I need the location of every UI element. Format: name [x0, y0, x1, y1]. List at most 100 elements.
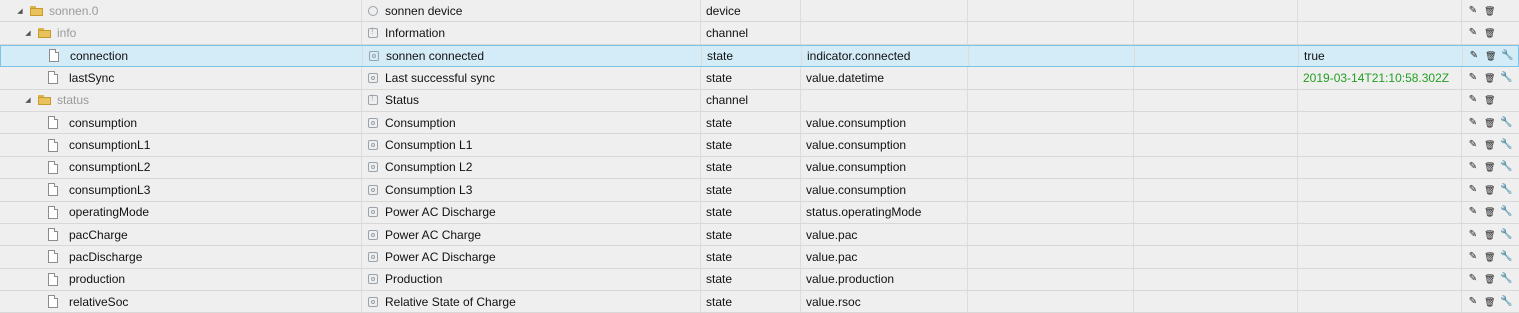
- channel-type-icon: [368, 26, 378, 39]
- wrench-icon[interactable]: 🔧: [1500, 206, 1512, 218]
- pencil-icon[interactable]: ✎: [1468, 139, 1478, 151]
- value-cell[interactable]: [1298, 201, 1462, 223]
- tree-row-consumptionl2[interactable]: consumptionL2 Consumption L2 state value.co…: [0, 156, 1519, 180]
- wrench-icon[interactable]: 🔧: [1500, 117, 1512, 129]
- expand-toggle-icon[interactable]: ◢: [24, 96, 32, 104]
- type-cell: device: [701, 0, 801, 22]
- state-type-icon: [368, 296, 378, 307]
- pencil-icon[interactable]: ✎: [1468, 273, 1478, 285]
- pencil-icon[interactable]: ✎: [1469, 50, 1479, 62]
- pencil-icon[interactable]: ✎: [1468, 251, 1478, 263]
- pencil-icon[interactable]: ✎: [1468, 5, 1478, 17]
- role-cell: indicator.connected: [802, 45, 969, 67]
- object-id-label: operatingMode: [69, 205, 150, 220]
- role-cell: value.production: [801, 268, 968, 291]
- value-cell[interactable]: [1298, 156, 1462, 179]
- room-cell: [968, 89, 1134, 111]
- tree-row-sonnen-0[interactable]: ◢ sonnen.0 sonnen device device ✎ 🗑: [0, 0, 1519, 23]
- trash-icon[interactable]: 🗑: [1484, 296, 1495, 308]
- trash-icon[interactable]: 🗑: [1484, 206, 1495, 218]
- wrench-icon[interactable]: 🔧: [1501, 50, 1513, 62]
- trash-icon[interactable]: 🗑: [1484, 27, 1495, 39]
- state-type-icon: [368, 207, 378, 218]
- expand-toggle-icon[interactable]: ◢: [16, 7, 24, 15]
- id-cell: relativeSoc: [0, 291, 362, 313]
- tree-row-consumption[interactable]: consumption Consumption state value.consump…: [0, 111, 1519, 135]
- value-cell[interactable]: [1298, 223, 1462, 246]
- wrench-icon[interactable]: 🔧: [1500, 139, 1512, 151]
- tree-row-status[interactable]: ◢statusStatuschannel✎🗑: [0, 89, 1519, 112]
- value-cell[interactable]: [1298, 22, 1462, 44]
- value-cell[interactable]: [1298, 111, 1462, 134]
- value-cell[interactable]: [1298, 268, 1462, 291]
- tree-row-paccharge[interactable]: pacCharge Power AC Charge state value.pac ✎ 🗑…: [0, 223, 1519, 247]
- value-cell[interactable]: [1298, 291, 1462, 313]
- role-cell: value.pac: [801, 246, 968, 268]
- tree-row-consumptionl3[interactable]: consumptionL3 Consumption L3 state value.co…: [0, 179, 1519, 202]
- row-actions: ✎ 🗑 🔧: [1462, 67, 1519, 88]
- trash-icon[interactable]: 🗑: [1484, 117, 1495, 129]
- pencil-icon[interactable]: ✎: [1468, 229, 1478, 241]
- pencil-icon[interactable]: ✎: [1468, 296, 1478, 308]
- trash-icon[interactable]: 🗑: [1485, 50, 1496, 62]
- tree-row-lastsync[interactable]: lastSync Last successful sync state value.d…: [0, 67, 1519, 90]
- tree-row-relativesoc[interactable]: relativeSoc Relative State of Charge state…: [0, 291, 1519, 313]
- trash-icon[interactable]: 🗑: [1484, 161, 1495, 173]
- function-cell: [1134, 0, 1298, 22]
- row-actions: ✎ 🗑 🔧: [1462, 269, 1519, 290]
- trash-icon[interactable]: 🗑: [1484, 229, 1495, 241]
- wrench-icon[interactable]: 🔧: [1500, 72, 1512, 84]
- wrench-icon[interactable]: 🔧: [1500, 229, 1512, 241]
- room-cell: [968, 134, 1134, 156]
- trash-icon[interactable]: 🗑: [1484, 251, 1495, 263]
- file-icon: [48, 71, 58, 85]
- trash-icon[interactable]: 🗑: [1484, 5, 1495, 17]
- value-cell[interactable]: [1298, 179, 1462, 201]
- wrench-icon[interactable]: 🔧: [1500, 273, 1512, 285]
- pencil-icon[interactable]: ✎: [1468, 161, 1478, 173]
- pencil-icon[interactable]: ✎: [1468, 117, 1478, 129]
- trash-icon[interactable]: 🗑: [1484, 139, 1495, 151]
- tree-row-operatingmode[interactable]: operatingMode Power AC Discharge state stat…: [0, 201, 1519, 224]
- object-name-label: Consumption L2: [385, 160, 473, 175]
- row-actions: ✎ 🗑 🔧: [1462, 246, 1519, 267]
- value-cell[interactable]: true: [1299, 45, 1463, 67]
- function-cell: [1134, 67, 1298, 89]
- state-type-icon: [368, 251, 378, 262]
- id-cell: consumption: [0, 111, 362, 134]
- tree-row-connection[interactable]: connection sonnen connected state indicator…: [0, 44, 1519, 68]
- name-cell: Power AC Charge: [362, 223, 701, 246]
- value-cell[interactable]: [1298, 0, 1462, 22]
- pencil-icon[interactable]: ✎: [1468, 72, 1478, 84]
- tree-row-pacdischarge[interactable]: pacDischarge Power AC Discharge state value…: [0, 246, 1519, 269]
- type-cell: state: [701, 156, 801, 179]
- tree-row-production[interactable]: production Production state value.productio…: [0, 268, 1519, 292]
- wrench-icon[interactable]: 🔧: [1500, 251, 1512, 263]
- name-cell: Power AC Discharge: [362, 201, 701, 223]
- value-cell[interactable]: [1298, 134, 1462, 156]
- value-cell[interactable]: 2019-03-14T21:10:58.302Z: [1298, 67, 1462, 89]
- id-cell: lastSync: [0, 67, 362, 89]
- role-cell: value.consumption: [801, 134, 968, 156]
- trash-icon[interactable]: 🗑: [1484, 273, 1495, 285]
- row-actions: ✎ 🗑: [1462, 0, 1519, 21]
- pencil-icon[interactable]: ✎: [1468, 94, 1478, 106]
- trash-icon[interactable]: 🗑: [1484, 72, 1495, 84]
- wrench-icon[interactable]: 🔧: [1500, 184, 1512, 196]
- value-cell[interactable]: [1298, 246, 1462, 268]
- trash-icon[interactable]: 🗑: [1484, 94, 1495, 106]
- function-cell: [1134, 22, 1298, 44]
- state-type-icon: [368, 140, 378, 151]
- id-cell: consumptionL1: [0, 134, 362, 156]
- trash-icon[interactable]: 🗑: [1484, 184, 1495, 196]
- pencil-icon[interactable]: ✎: [1468, 27, 1478, 39]
- value-cell[interactable]: [1298, 89, 1462, 111]
- expand-toggle-icon[interactable]: ◢: [24, 29, 32, 37]
- wrench-icon[interactable]: 🔧: [1500, 161, 1512, 173]
- tree-row-consumptionl1[interactable]: consumptionL1 Consumption L1 state value.co…: [0, 134, 1519, 157]
- wrench-icon[interactable]: 🔧: [1500, 296, 1512, 308]
- row-actions: ✎ 🗑: [1462, 90, 1519, 111]
- tree-row-info[interactable]: ◢infoInformationchannel✎🗑: [0, 22, 1519, 45]
- pencil-icon[interactable]: ✎: [1468, 184, 1478, 196]
- pencil-icon[interactable]: ✎: [1468, 206, 1478, 218]
